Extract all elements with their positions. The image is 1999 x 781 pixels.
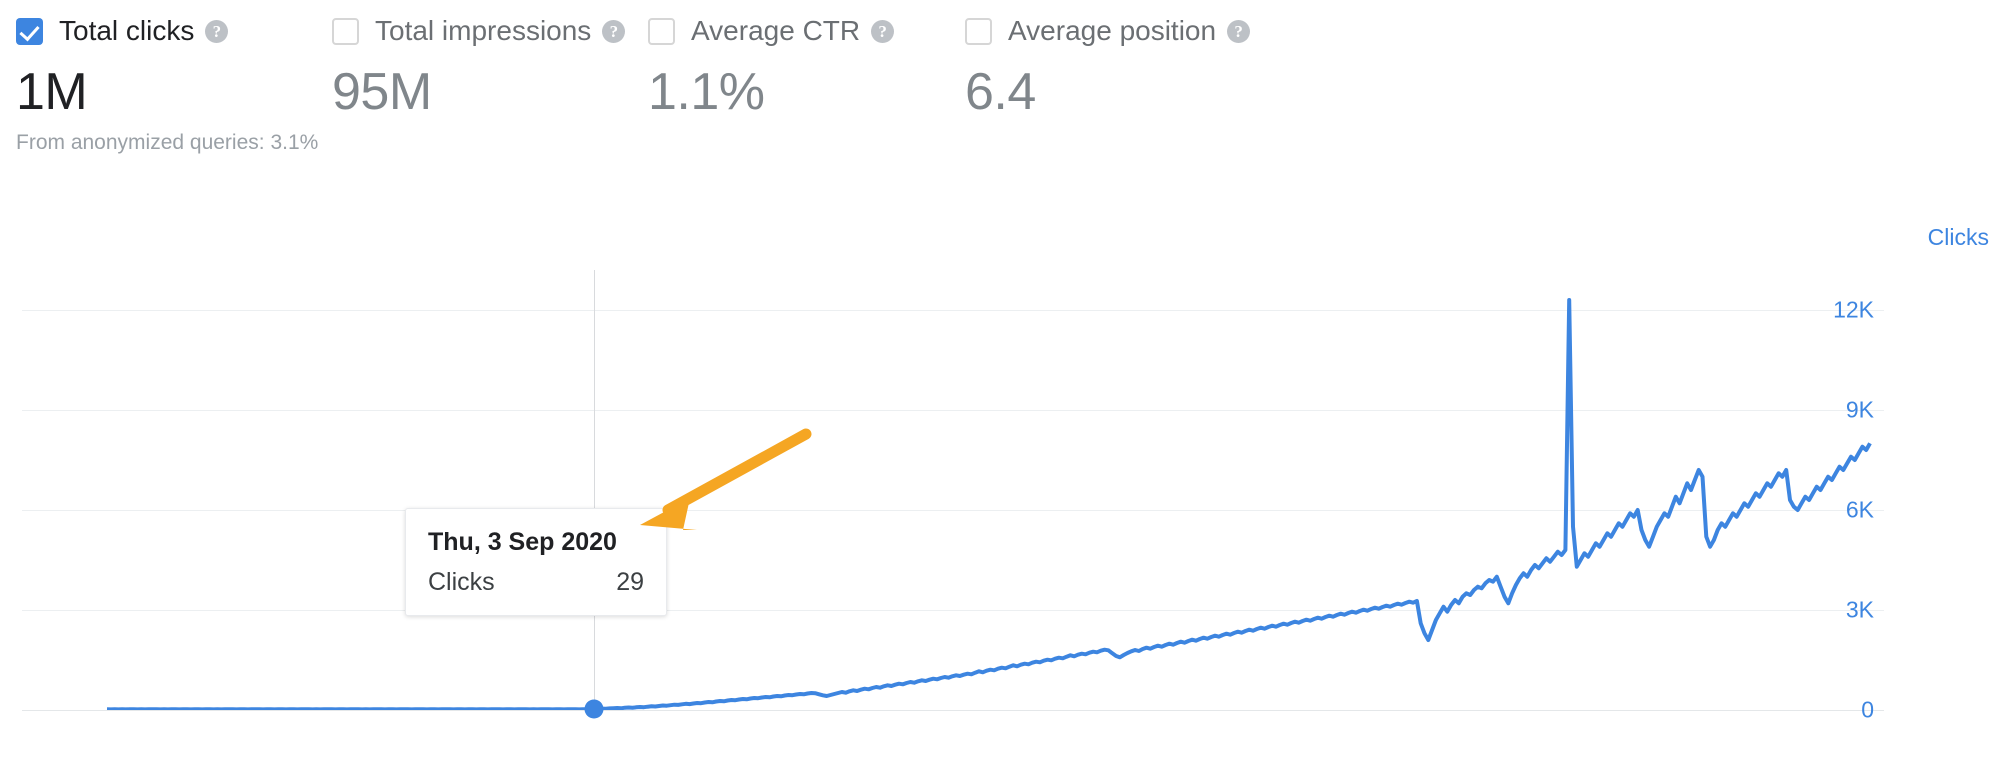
metric-value-total-clicks: 1M [16,63,88,121]
help-icon[interactable]: ? [602,19,626,43]
metric-head: Total clicks ? [16,14,318,48]
metric-head: Total impressions ? [332,14,626,48]
help-icon[interactable]: ? [205,19,229,43]
help-icon[interactable]: ? [1227,19,1251,43]
metric-label-average-ctr: Average CTR [691,15,861,46]
chart-plot-area[interactable]: 03K6K9K12K9 Apr11 Jul9 Oct7 Jan10 Apr9 J… [22,270,1884,723]
metric-value-average-position: 6.4 [965,63,1036,121]
metric-label-total-impressions: Total impressions [375,15,592,46]
tooltip-date: Thu, 3 Sep 2020 [428,528,617,556]
metric-value-average-ctr: 1.1% [648,63,765,121]
checkbox-average-position[interactable] [965,17,992,45]
metrics-row: Total clicks ? 1M From anonymized querie… [0,0,1999,200]
checkbox-average-ctr[interactable] [648,17,675,45]
selected-data-point[interactable] [584,699,604,719]
y-axis-title: Clicks [1927,224,1989,250]
help-icon[interactable]: ? [871,19,895,43]
metric-card-total-impressions[interactable]: Total impressions ? 95M [332,14,626,184]
checkbox-total-impressions[interactable] [332,17,359,45]
tooltip-metric-row: Clicks 29 [428,568,644,597]
tooltip-metric-value: 29 [616,568,644,596]
performance-chart[interactable]: Clicks 03K6K9K12K9 Apr11 Jul9 Oct7 Jan10… [0,200,1999,781]
checkbox-total-clicks[interactable] [16,17,43,45]
metric-card-total-clicks[interactable]: Total clicks ? 1M From anonymized querie… [16,14,318,184]
tooltip-vertical-guide [594,270,596,710]
anonymized-queries-note: From anonymized queries: 3.1% [16,131,319,154]
metric-card-average-position[interactable]: Average position ? 6.4 [965,14,1251,184]
metric-head: Average CTR ? [648,14,895,48]
metric-card-average-ctr[interactable]: Average CTR ? 1.1% [648,14,895,184]
clicks-line-series [106,298,1872,710]
metric-label-average-position: Average position [1008,15,1217,46]
metric-label-total-clicks: Total clicks [59,15,195,46]
tooltip-metric-label: Clicks [428,568,495,596]
search-performance-page: Total clicks ? 1M From anonymized querie… [0,0,1999,781]
gridline [22,710,1884,711]
metric-value-total-impressions: 95M [332,63,432,121]
chart-tooltip: Thu, 3 Sep 2020 Clicks 29 [405,508,667,616]
metric-head: Average position ? [965,14,1251,48]
